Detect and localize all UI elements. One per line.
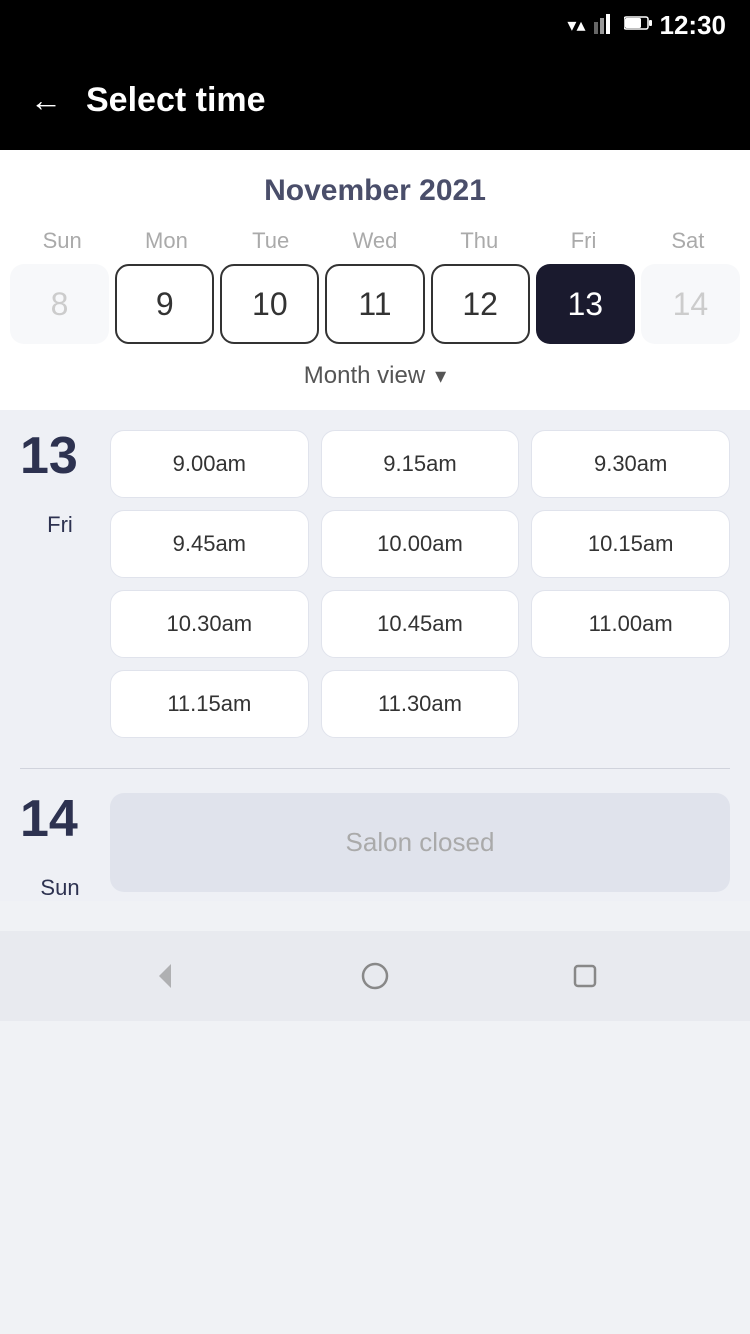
day-number-14: 14 — [20, 793, 100, 845]
month-year-label: November 2021 — [0, 174, 750, 208]
time-slot-1015am[interactable]: 10.15am — [531, 510, 730, 578]
nav-recent-button[interactable] — [567, 958, 603, 994]
chevron-down-icon: ▾ — [435, 363, 446, 389]
date-cell-10[interactable]: 10 — [220, 264, 319, 344]
date-cell-9[interactable]: 9 — [115, 264, 214, 344]
weekday-tue: Tue — [219, 228, 323, 254]
weekday-sat: Sat — [636, 228, 740, 254]
status-bar: ▾▴ 12:30 — [0, 0, 750, 50]
nav-home-button[interactable] — [357, 958, 393, 994]
day-name-13: Fri — [47, 512, 73, 538]
date-cell-12[interactable]: 12 — [431, 264, 530, 344]
date-cell-11[interactable]: 11 — [325, 264, 424, 344]
day-separator — [20, 768, 730, 769]
back-button[interactable]: ← — [30, 84, 62, 116]
date-cell-14[interactable]: 14 — [641, 264, 740, 344]
weekday-fri: Fri — [531, 228, 635, 254]
nav-back-button[interactable] — [147, 958, 183, 994]
day-label-col-13: 13 Fri — [20, 430, 100, 538]
time-slot-1130am[interactable]: 11.30am — [321, 670, 520, 738]
time-slot-945am[interactable]: 9.45am — [110, 510, 309, 578]
battery-icon — [624, 15, 652, 36]
signal-icon — [594, 12, 616, 39]
calendar-section: November 2021 Sun Mon Tue Wed Thu Fri Sa… — [0, 150, 750, 410]
time-slot-1115am[interactable]: 11.15am — [110, 670, 309, 738]
month-view-label: Month view — [304, 362, 425, 390]
time-slot-900am[interactable]: 9.00am — [110, 430, 309, 498]
status-time: 12:30 — [660, 10, 727, 41]
weekday-thu: Thu — [427, 228, 531, 254]
weekday-sun: Sun — [10, 228, 114, 254]
time-slot-930am[interactable]: 9.30am — [531, 430, 730, 498]
day-block-14: 14 Sun Salon closed — [20, 793, 730, 901]
wifi-icon: ▾▴ — [567, 15, 585, 36]
time-slot-1030am[interactable]: 10.30am — [110, 590, 309, 658]
bottom-nav — [0, 931, 750, 1021]
time-slot-915am[interactable]: 9.15am — [321, 430, 520, 498]
day-number-13: 13 — [20, 430, 100, 482]
date-cell-8[interactable]: 8 — [10, 264, 109, 344]
header: ← Select time — [0, 50, 750, 150]
salon-closed-box: Salon closed — [110, 793, 730, 892]
date-cell-13[interactable]: 13 — [536, 264, 635, 344]
time-slot-1000am[interactable]: 10.00am — [321, 510, 520, 578]
day-block-13: 13 Fri 9.00am 9.15am 9.30am 9.45am 10.00… — [20, 430, 730, 738]
day-label-col-14: 14 Sun — [20, 793, 100, 901]
weekday-wed: Wed — [323, 228, 427, 254]
status-icons: ▾▴ 12:30 — [567, 10, 726, 41]
time-grid-13: 9.00am 9.15am 9.30am 9.45am 10.00am 10.1… — [110, 430, 730, 738]
time-slot-1100am[interactable]: 11.00am — [531, 590, 730, 658]
dates-row: 8 9 10 11 12 13 14 — [0, 264, 750, 344]
page-title: Select time — [86, 81, 266, 120]
weekday-mon: Mon — [114, 228, 218, 254]
month-view-toggle[interactable]: Month view ▾ — [0, 344, 750, 410]
day-name-14: Sun — [40, 875, 79, 901]
time-slot-1045am[interactable]: 10.45am — [321, 590, 520, 658]
time-slots-section: 13 Fri 9.00am 9.15am 9.30am 9.45am 10.00… — [0, 410, 750, 901]
weekday-row: Sun Mon Tue Wed Thu Fri Sat — [0, 228, 750, 254]
